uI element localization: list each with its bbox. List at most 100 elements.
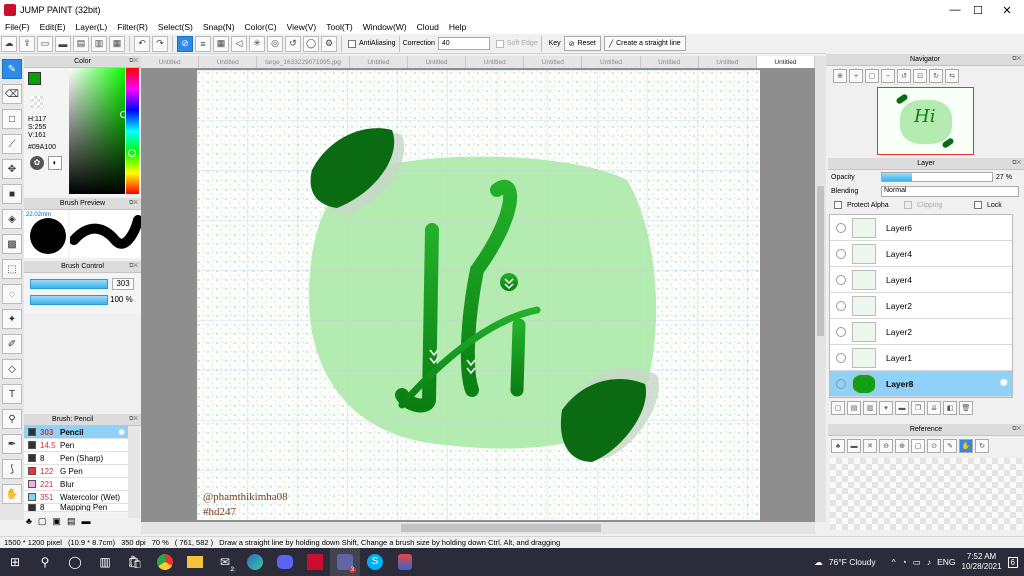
close-button[interactable]: ✕: [984, 0, 1024, 20]
delete-layer-icon[interactable]: 🗑: [959, 401, 973, 415]
opacity-slider[interactable]: [881, 172, 993, 182]
volume-icon[interactable]: ♪: [927, 557, 931, 567]
comment-icon[interactable]: ▭: [37, 35, 53, 52]
layer-row[interactable]: Layer2: [830, 319, 1012, 345]
brush-doc-icon[interactable]: ▤: [67, 516, 76, 527]
menu-snap[interactable]: Snap(N): [198, 22, 240, 32]
doc-tab[interactable]: Untitled: [698, 56, 757, 68]
layer-row[interactable]: Layer6: [830, 215, 1012, 241]
undo-icon[interactable]: ↶: [134, 35, 150, 52]
language-indicator[interactable]: ENG: [937, 557, 955, 567]
new-layer-menu-icon[interactable]: ▾: [879, 401, 893, 415]
fill-rect-tool-icon[interactable]: ■: [2, 184, 22, 204]
pen-tool-icon[interactable]: ✒: [2, 434, 22, 454]
visibility-icon[interactable]: [836, 300, 846, 311]
select-eraser-icon[interactable]: ◇: [2, 359, 22, 379]
doc-tab[interactable]: Untitled: [141, 56, 200, 68]
reference-hand-icon[interactable]: ✋: [959, 439, 973, 453]
chat-icon[interactable]: ▬: [55, 35, 71, 52]
reference-canvas[interactable]: [830, 458, 1022, 530]
menu-file[interactable]: File(F): [0, 22, 35, 32]
menu-color[interactable]: Color(C): [240, 22, 282, 32]
text-tool-icon[interactable]: T: [2, 384, 22, 404]
panel-options-icon[interactable]: ⧉✕: [129, 58, 138, 65]
visibility-icon[interactable]: [836, 248, 846, 259]
select-pen-icon[interactable]: ✐: [2, 334, 22, 354]
brush-item-blur[interactable]: 221 Blur: [24, 478, 128, 491]
windows-start-icon[interactable]: ⊞: [0, 548, 30, 576]
grid-pages-icon[interactable]: ▦: [109, 35, 125, 52]
reference-open-icon[interactable]: ▬: [847, 439, 861, 453]
zoom-out-icon[interactable]: −: [881, 69, 895, 83]
canvas-vertical-scrollbar[interactable]: [815, 56, 826, 522]
pages-icon[interactable]: ▥: [91, 35, 107, 52]
panel-options-icon[interactable]: ⧉✕: [1012, 426, 1021, 433]
saturation-value-picker[interactable]: [69, 68, 125, 194]
menu-filter[interactable]: Filter(R): [112, 22, 153, 32]
brush-opacity-slider[interactable]: [30, 295, 108, 305]
color-history-icon[interactable]: ◐: [48, 156, 62, 170]
jump-paint-taskbar-icon[interactable]: [300, 548, 330, 576]
snap-concentric-icon[interactable]: ◎: [267, 35, 283, 52]
transparent-color-swatch[interactable]: [31, 96, 44, 109]
zoom-actual-icon[interactable]: ▢: [865, 69, 879, 83]
brush-tree-icon[interactable]: ♣: [26, 516, 32, 527]
brush-item-watercolor[interactable]: 351 Watercolor (Wet): [24, 491, 128, 504]
clock[interactable]: 7:52 AM 10/28/2021: [962, 552, 1002, 572]
move-tool-icon[interactable]: ✥: [2, 159, 22, 179]
brush-item-pen-sharp[interactable]: 8 Pen (Sharp): [24, 452, 128, 465]
select-rect-icon[interactable]: ⬚: [2, 259, 22, 279]
hue-slider[interactable]: [126, 68, 139, 194]
chrome-icon[interactable]: [150, 548, 180, 576]
brush-item-mapping-pen[interactable]: 8 Mapping Pen: [24, 504, 128, 512]
panel-options-icon[interactable]: ⧉✕: [1012, 56, 1021, 63]
weather-text[interactable]: 76°F Cloudy: [829, 557, 876, 567]
rectangle-tool-icon[interactable]: □: [2, 109, 22, 129]
antialiasing-checkbox[interactable]: [348, 39, 356, 48]
reference-close-icon[interactable]: ✕: [863, 439, 877, 453]
palette-icon[interactable]: ✿: [30, 156, 44, 170]
horizontal-scroll-thumb[interactable]: [401, 524, 601, 532]
new-layer-icon[interactable]: ▢: [831, 401, 845, 415]
panel-options-icon[interactable]: ⧉✕: [129, 200, 138, 207]
layer-row[interactable]: Layer4: [830, 267, 1012, 293]
snap-off-icon[interactable]: ⊘: [177, 35, 193, 52]
layer-row[interactable]: Layer4: [830, 241, 1012, 267]
notification-badge[interactable]: 6: [1007, 556, 1018, 568]
menu-window[interactable]: Window(W): [358, 22, 412, 32]
cloud-weather-icon[interactable]: ☁: [814, 557, 823, 568]
navigator-preview[interactable]: Hi: [877, 87, 974, 155]
brush-item-g-pen[interactable]: 122 G Pen: [24, 465, 128, 478]
reference-zoom-in-icon[interactable]: ⊕: [895, 439, 909, 453]
menu-edit[interactable]: Edit(E): [35, 22, 71, 32]
soft-edge-checkbox[interactable]: [495, 39, 504, 48]
eraser-tool-icon[interactable]: ⌫: [2, 84, 22, 104]
flip-icon[interactable]: ⇆: [945, 69, 959, 83]
layer-row-selected[interactable]: Layer8 ✹: [830, 371, 1012, 397]
rotate-left-icon[interactable]: ↺: [897, 69, 911, 83]
chevron-up-icon[interactable]: ^: [892, 557, 896, 567]
snap-perspective-icon[interactable]: ◁: [231, 35, 247, 52]
page-icon[interactable]: ▤: [73, 35, 89, 52]
doc-tab-active[interactable]: Untitled: [756, 56, 816, 68]
zoom-in-icon[interactable]: +: [849, 69, 863, 83]
gradient-tool-icon[interactable]: ▩: [2, 234, 22, 254]
lock-checkbox[interactable]: [974, 201, 982, 209]
hand-tool-icon[interactable]: ✋: [2, 484, 22, 504]
menu-view[interactable]: View(V): [282, 22, 322, 32]
network-icon[interactable]: ◔: [902, 557, 907, 567]
brush-size-input[interactable]: 303: [112, 278, 134, 290]
layer-folder-icon[interactable]: ▬: [895, 401, 909, 415]
doc-tab[interactable]: Untitled: [640, 56, 699, 68]
snap-grid-icon[interactable]: ▦: [213, 35, 229, 52]
file-explorer-icon[interactable]: [180, 548, 210, 576]
canvas-horizontal-scrollbar[interactable]: [141, 522, 815, 534]
visibility-icon[interactable]: [836, 222, 846, 233]
polyline-tool-icon[interactable]: ⟋: [2, 134, 22, 154]
brush-new-icon[interactable]: ▢: [38, 516, 47, 527]
layer-row[interactable]: Layer2: [830, 293, 1012, 319]
reference-tree-icon[interactable]: ♣: [831, 439, 845, 453]
snap-ellipse-icon[interactable]: ◯: [303, 35, 319, 52]
doc-tab[interactable]: large_1633229071995.jpg: [257, 56, 350, 68]
reset-button[interactable]: ⊘ Reset: [563, 36, 601, 51]
